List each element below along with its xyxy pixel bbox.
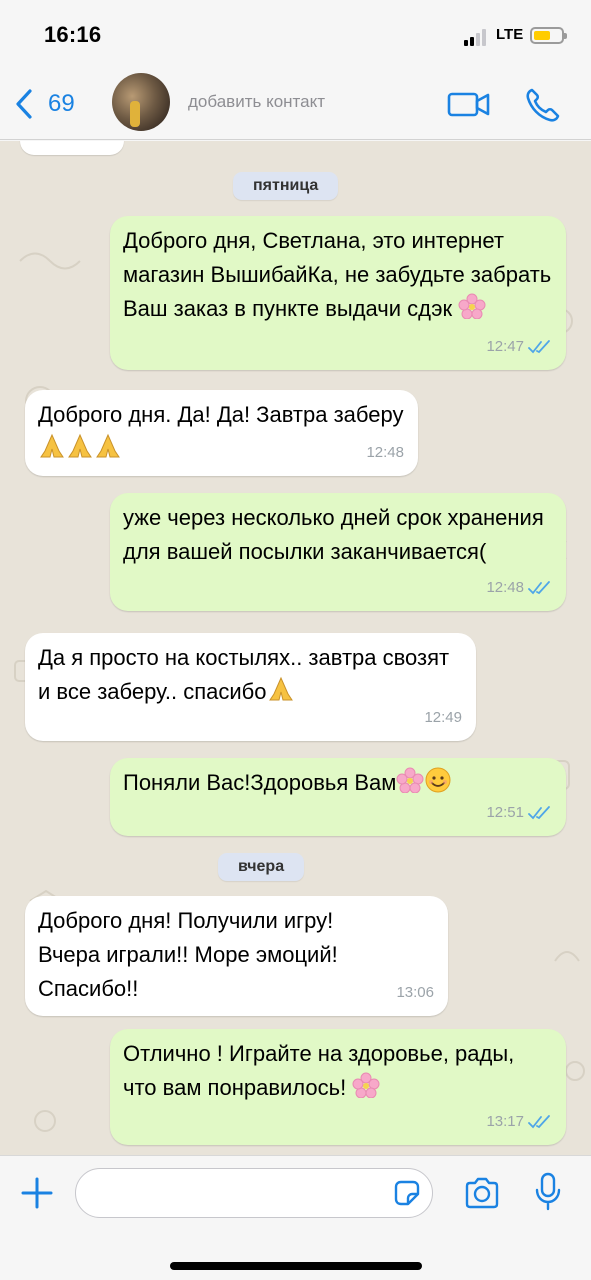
home-indicator[interactable] xyxy=(170,1262,422,1270)
status-bar: 16:16 LTE xyxy=(0,0,591,70)
back-button[interactable]: 69 xyxy=(14,84,75,124)
message-time: 13:17 xyxy=(486,1113,524,1130)
message-text: Доброго дня. Да! Да! Завтра заберу xyxy=(38,402,404,427)
message-input[interactable] xyxy=(75,1168,433,1218)
message-time: 12:51 xyxy=(486,804,524,821)
incoming-message[interactable]: Доброго дня! Получили игру! Вчера играли… xyxy=(25,896,448,1016)
battery-icon xyxy=(530,27,567,44)
message-text: Доброго дня, Светлана, это интернет мага… xyxy=(123,228,552,321)
cherry-blossom-icon xyxy=(352,1072,380,1098)
message-time: 12:47 xyxy=(486,338,524,355)
double-check-icon xyxy=(528,340,550,354)
incoming-message[interactable]: Да я просто на костылях.. завтра свозят … xyxy=(25,633,476,741)
avatar[interactable] xyxy=(112,73,170,131)
message-bubble-partial xyxy=(20,141,124,155)
outgoing-message[interactable]: уже через несколько дней срок хранения д… xyxy=(110,493,566,611)
day-separator: вчера xyxy=(218,853,305,881)
double-check-icon xyxy=(528,1115,550,1129)
message-text: Да я просто на костылях.. завтра свозят … xyxy=(38,645,450,704)
sticker-icon[interactable] xyxy=(392,1178,422,1208)
folded-hands-icon xyxy=(96,433,120,458)
status-time: 16:16 xyxy=(44,22,102,47)
chat-area[interactable]: пятница Доброго дня, Светлана, это интер… xyxy=(0,141,591,1155)
message-time: 13:06 xyxy=(396,984,434,1001)
chat-header: 69 добавить контакт xyxy=(0,70,591,140)
phone-icon[interactable] xyxy=(524,86,562,124)
camera-icon[interactable] xyxy=(463,1176,501,1210)
outgoing-message[interactable]: Отлично ! Играйте на здоровье, рады, что… xyxy=(110,1029,566,1145)
signal-icon xyxy=(464,28,492,46)
video-camera-icon[interactable] xyxy=(447,88,491,120)
unread-count: 69 xyxy=(48,90,75,117)
message-time: 12:48 xyxy=(486,579,524,596)
double-check-icon xyxy=(528,806,550,820)
plus-icon[interactable] xyxy=(20,1176,54,1210)
outgoing-message[interactable]: Поняли Вас!Здоровья Вам 12:51 xyxy=(110,758,566,836)
incoming-message[interactable]: Доброго дня. Да! Да! Завтра заберу 12:48 xyxy=(25,390,418,476)
cherry-blossom-icon xyxy=(396,767,424,793)
folded-hands-icon xyxy=(40,433,64,458)
message-time: 12:48 xyxy=(366,444,404,461)
day-separator: пятница xyxy=(233,172,339,200)
cherry-blossom-icon xyxy=(458,293,486,319)
smiling-face-icon xyxy=(425,767,451,793)
add-contact-label[interactable]: добавить контакт xyxy=(188,92,325,112)
message-time: 12:49 xyxy=(424,709,462,726)
folded-hands-icon xyxy=(68,433,92,458)
message-text: Поняли Вас!Здоровья Вам xyxy=(123,770,397,795)
network-type: LTE xyxy=(496,26,524,43)
chevron-left-icon xyxy=(16,89,32,119)
message-text: Отлично ! Играйте на здоровье, рады, что… xyxy=(123,1041,515,1100)
message-text: уже через несколько дней срок хранения д… xyxy=(123,505,544,564)
message-text: Доброго дня! Получили игру! Вчера играли… xyxy=(38,908,338,1001)
outgoing-message[interactable]: Доброго дня, Светлана, это интернет мага… xyxy=(110,216,566,370)
folded-hands-icon xyxy=(268,676,293,701)
double-check-icon xyxy=(528,581,550,595)
microphone-icon[interactable] xyxy=(534,1172,562,1212)
